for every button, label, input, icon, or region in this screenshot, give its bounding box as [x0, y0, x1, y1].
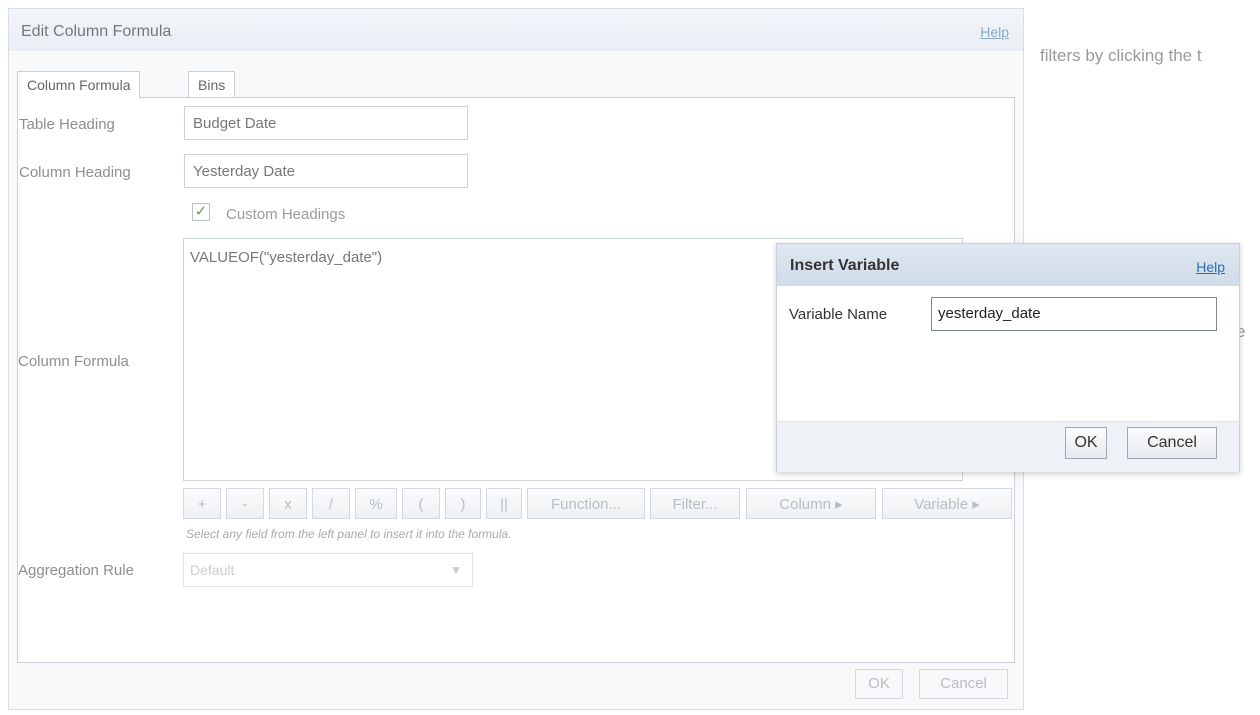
variable-name-label: Variable Name	[789, 306, 888, 323]
custom-headings-label: Custom Headings	[226, 206, 346, 223]
custom-headings-checkbox[interactable]: ✓	[192, 203, 210, 221]
popup-help-link[interactable]: Help	[1196, 259, 1225, 275]
dialog-title: Edit Column Formula	[21, 23, 172, 40]
variable-name-input[interactable]: yesterday_date	[931, 297, 1217, 331]
concat-operator-button[interactable]: ||	[486, 488, 522, 519]
tab-bins[interactable]: Bins	[188, 71, 236, 98]
popup-header: Insert Variable Help	[777, 244, 1239, 286]
function-button[interactable]: Function...	[527, 488, 645, 519]
background-hint-text: filters by clicking the t	[1040, 46, 1202, 65]
column-menu-button[interactable]: Column ▸	[746, 488, 876, 519]
filter-button[interactable]: Filter...	[650, 488, 740, 519]
popup-ok-button[interactable]: OK	[1065, 427, 1107, 459]
popup-cancel-button[interactable]: Cancel	[1127, 427, 1217, 459]
column-heading-input[interactable]: Yesterday Date	[184, 154, 468, 188]
dialog-cancel-button[interactable]: Cancel	[919, 669, 1008, 699]
table-heading-input[interactable]: Budget Date	[184, 106, 468, 140]
aggregation-rule-value: Default	[190, 562, 235, 578]
aggregation-rule-select[interactable]: Default ▼	[183, 553, 473, 587]
formula-hint-text: Select any field from the left panel to …	[186, 527, 512, 541]
dialog-help-link[interactable]: Help	[980, 24, 1009, 40]
plus-operator-button[interactable]: +	[183, 488, 221, 519]
popup-title: Insert Variable	[790, 257, 900, 274]
column-formula-label: Column Formula	[18, 353, 129, 370]
tab-column-formula[interactable]: Column Formula	[17, 71, 141, 99]
open-paren-button[interactable]: (	[402, 488, 440, 519]
variable-menu-button[interactable]: Variable ▸	[882, 488, 1012, 519]
divide-operator-button[interactable]: /	[312, 488, 350, 519]
column-heading-label: Column Heading	[19, 164, 131, 181]
minus-operator-button[interactable]: -	[226, 488, 264, 519]
close-paren-button[interactable]: )	[445, 488, 481, 519]
chevron-down-icon: ▼	[450, 563, 462, 577]
dialog-ok-button[interactable]: OK	[855, 669, 903, 699]
percent-operator-button[interactable]: %	[355, 488, 397, 519]
dialog-header: Edit Column Formula Help	[9, 9, 1023, 51]
multiply-operator-button[interactable]: x	[269, 488, 307, 519]
table-heading-label: Table Heading	[19, 116, 115, 133]
aggregation-rule-label: Aggregation Rule	[18, 562, 134, 579]
insert-variable-popup: Insert Variable Help Variable Name yeste…	[776, 243, 1240, 472]
